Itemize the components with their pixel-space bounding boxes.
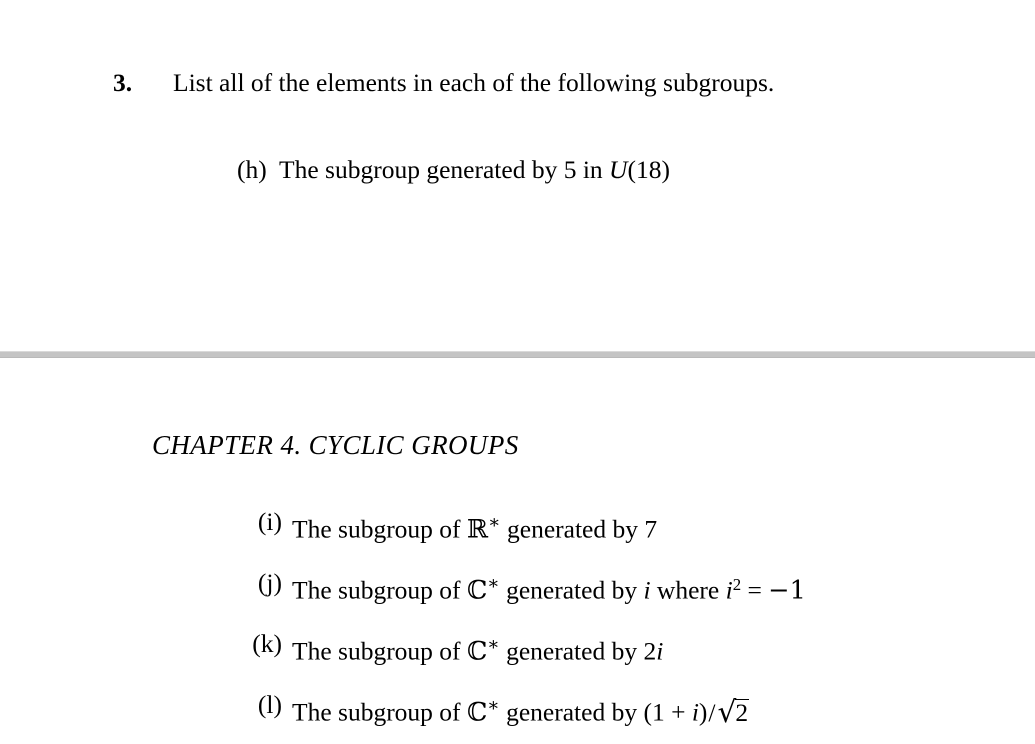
generator-value: i [643,575,651,605]
list-item: (i) The subgroup of ℝ∗ generated by 7 [0,500,1035,561]
subitem-h-label: (h) [237,155,267,184]
list-item-label-i: (i) [257,507,282,536]
list-item-label-k: (k) [252,629,282,658]
text-middle: generated by [500,514,645,544]
text-middle: generated by [499,636,644,666]
set-symbol-complex: ℂ [466,636,488,667]
subitem-h-text: The subgroup generated by 5 in [279,155,610,184]
list-item-text-i: The subgroup of ℝ∗ generated by 7 [292,500,657,552]
set-symbol-complex: ℂ [466,697,488,728]
list-item-label-j: (j) [257,568,282,597]
text-middle: generated by [499,697,644,727]
text-prefix: The subgroup of [292,514,467,544]
where-base: i [725,575,733,605]
problem-stem: 3. List all of the elements in each of th… [0,60,1035,106]
set-symbol-complex: ℂ [466,575,488,606]
math-arg-18: (18) [627,155,670,184]
list-item-label-l: (l) [257,690,282,719]
subgroup-list: (i) The subgroup of ℝ∗ generated by 7 (j… [0,500,1035,744]
where-exponent: 2 [732,574,742,594]
where-word: where [650,575,726,605]
text-middle: generated by [499,575,644,605]
set-symbol-reals: ℝ [466,514,489,545]
where-rhs: −1 [768,575,806,606]
superscript-star: ∗ [487,573,500,593]
radical-sign: √ [717,695,737,730]
list-item-text-k: The subgroup of ℂ∗ generated by 2i [292,622,663,674]
list-item: (j) The subgroup of ℂ∗ generated by i wh… [0,561,1035,622]
text-prefix: The subgroup of [292,575,467,605]
problem-block: 3. List all of the elements in each of th… [0,60,1035,184]
where-equals: = [741,575,769,605]
math-symbol-U: U [609,155,628,184]
text-prefix: The subgroup of [292,636,467,666]
list-item: (k) The subgroup of ℂ∗ generated by 2i [0,622,1035,683]
division-slash: / [708,697,716,727]
problem-number: 3. [113,68,133,97]
text-prefix: The subgroup of [292,697,467,727]
square-root: √2 [717,690,750,734]
superscript-star: ∗ [487,695,500,715]
document-page: 3. List all of the elements in each of th… [0,0,1035,736]
chapter-heading: CHAPTER 4. CYCLIC GROUPS [152,430,519,460]
generator-coefficient: 2 [643,636,657,666]
page-divider [0,351,1035,358]
superscript-star: ∗ [487,634,500,654]
list-item-text-j: The subgroup of ℂ∗ generated by i where … [292,561,806,613]
expression-open: (1 + [643,697,692,727]
generator-value: i [656,636,664,666]
list-item: (l) The subgroup of ℂ∗ generated by (1 +… [0,683,1035,744]
subitem-h: (h) The subgroup generated by 5 in U(18) [0,148,670,192]
radicand: 2 [735,697,750,727]
list-item-text-l: The subgroup of ℂ∗ generated by (1 + i)/… [292,683,750,735]
superscript-star: ∗ [488,512,501,532]
expression-variable: i [691,697,699,727]
generator-value: 7 [644,514,658,544]
problem-stem-text: List all of the elements in each of the … [173,68,775,97]
